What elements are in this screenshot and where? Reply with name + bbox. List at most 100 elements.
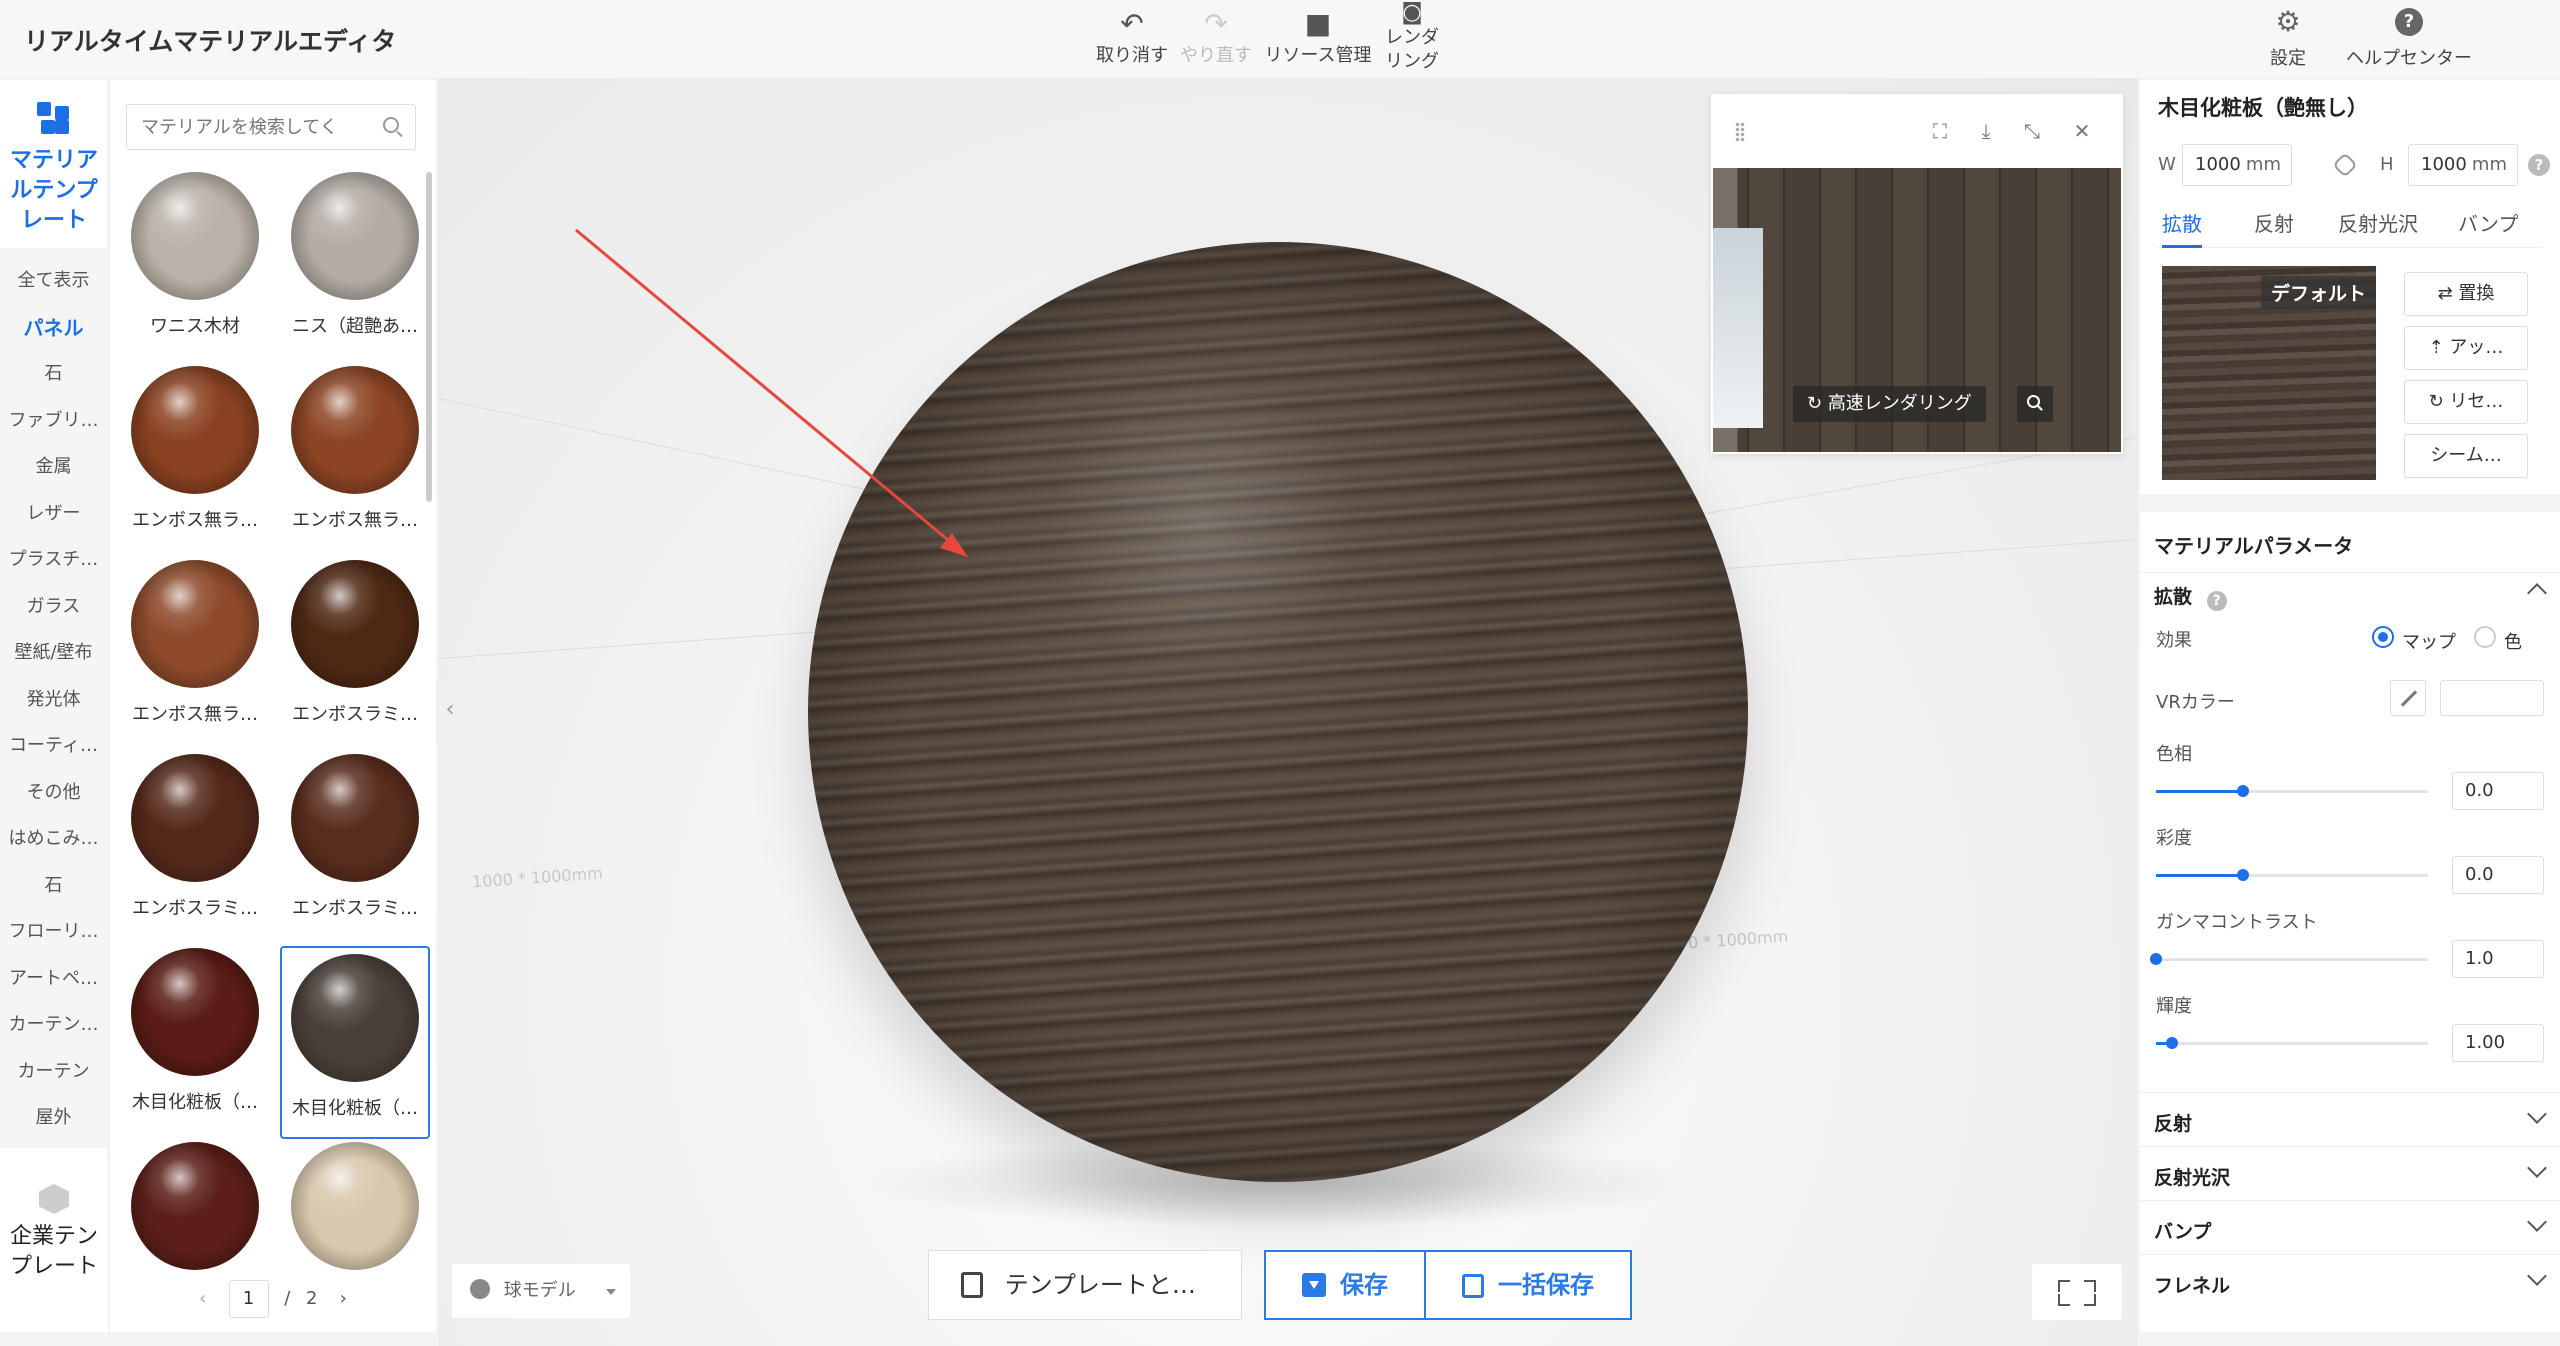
category-item[interactable]: 屋外 <box>0 1095 107 1142</box>
diffuse-section-header[interactable]: 拡散 ? <box>2154 582 2227 611</box>
texture-tab[interactable]: 拡散 <box>2162 208 2202 248</box>
batch-save-button[interactable]: 一括保存 <box>1426 1252 1630 1318</box>
texture-tab[interactable]: 反射光沢 <box>2338 208 2418 248</box>
height-value: 1000 <box>2421 154 2467 175</box>
upload-label: アッ… <box>2449 337 2504 358</box>
material-label: エンボスラミ… <box>292 898 418 919</box>
material-item[interactable]: 木目化粧板（… <box>120 948 270 1141</box>
collapsed-section-row[interactable]: 反射 <box>2140 1092 2560 1146</box>
slider-value-input[interactable]: 0.0 <box>2452 856 2544 894</box>
category-item[interactable]: 発光体 <box>0 677 107 724</box>
map-radio[interactable] <box>2372 626 2394 648</box>
category-item[interactable]: プラスチ… <box>0 537 107 584</box>
model-select[interactable]: 球モデル <box>452 1264 630 1318</box>
save-as-template-button[interactable]: テンプレートと… <box>928 1250 1242 1320</box>
help-icon: ? <box>2395 8 2423 36</box>
texture-thumbnail[interactable]: デフォルト <box>2162 266 2376 480</box>
slider-value-input[interactable]: 1.0 <box>2452 940 2544 978</box>
height-input[interactable]: 1000 mm <box>2408 144 2518 186</box>
reset-button[interactable]: ↻ リセ… <box>2404 380 2528 424</box>
chevron-up-icon[interactable] <box>2527 583 2547 603</box>
category-item[interactable]: 石 <box>0 351 107 398</box>
enterprise-template-tab[interactable]: 企業テンプレート <box>0 1162 108 1332</box>
replace-button[interactable]: ⇄ 置換 <box>2404 272 2528 316</box>
minimize-icon[interactable]: ⤡ <box>2017 116 2047 146</box>
help-center-button[interactable]: ? ヘルプセンター <box>2346 8 2472 70</box>
reset-label: リセ… <box>2449 391 2504 412</box>
category-item[interactable]: フローリ… <box>0 909 107 956</box>
slider-track[interactable] <box>2156 869 2428 881</box>
slider-thumb[interactable] <box>2166 1037 2179 1049</box>
category-item[interactable]: パネル <box>0 305 107 352</box>
vr-color-swatch[interactable] <box>2440 680 2544 716</box>
material-item[interactable]: エンボス無ラ… <box>280 366 430 559</box>
material-item[interactable]: ニス（超艶あ… <box>280 172 430 365</box>
material-item[interactable]: エンボスラミ… <box>120 754 270 947</box>
texture-tab[interactable]: 反射 <box>2254 208 2294 248</box>
slider-value-input[interactable]: 1.00 <box>2452 1024 2544 1062</box>
material-label: ワニス木材 <box>150 316 240 337</box>
fullscreen-button[interactable] <box>2032 1264 2122 1320</box>
width-input[interactable]: 1000 mm <box>2182 144 2292 186</box>
category-item[interactable]: その他 <box>0 770 107 817</box>
collapsed-section-row[interactable]: フレネル <box>2140 1254 2560 1308</box>
help-icon[interactable]: ? <box>2206 591 2227 611</box>
download-icon[interactable]: ⤓ <box>1971 116 2001 146</box>
settings-button[interactable]: ⚙ 設定 <box>2270 8 2306 70</box>
category-item[interactable]: 全て表示 <box>0 258 107 305</box>
category-item[interactable]: はめこみ… <box>0 816 107 863</box>
help-icon[interactable]: ? <box>2528 154 2550 176</box>
slider-thumb[interactable] <box>2150 953 2162 965</box>
screenshot-icon[interactable]: ⛶ <box>1925 116 1955 146</box>
material-item[interactable]: エンボスラミ… <box>280 560 430 753</box>
link-icon[interactable] <box>2332 152 2358 178</box>
category-item[interactable]: 金属 <box>0 444 107 491</box>
page-input[interactable]: 1 <box>228 1280 269 1318</box>
category-item[interactable]: アートペ… <box>0 956 107 1003</box>
category-item[interactable]: レザー <box>0 491 107 538</box>
seamless-button[interactable]: シーム… <box>2404 434 2528 478</box>
material-item[interactable]: ワニス木材 <box>120 172 270 365</box>
chevron-down-icon <box>2527 1212 2547 1232</box>
material-search-input[interactable] <box>127 105 367 149</box>
category-item[interactable]: カーテン <box>0 1049 107 1096</box>
slider-track[interactable] <box>2156 785 2428 797</box>
save-as-template-label: テンプレートと… <box>1004 1271 1196 1299</box>
upload-button[interactable]: ⇡ アッ… <box>2404 326 2528 370</box>
prev-page-icon[interactable]: ‹ <box>193 1288 213 1309</box>
category-item[interactable]: 壁紙/壁布 <box>0 630 107 677</box>
material-scrollbar[interactable] <box>426 172 432 502</box>
fast-render-button[interactable]: ↻ 高速レンダリング <box>1793 386 1986 422</box>
slider-track[interactable] <box>2150 953 2428 965</box>
resource-manager-button[interactable]: ■ リソース管理 <box>1258 4 1378 68</box>
slider-track[interactable] <box>2156 1037 2428 1049</box>
material-item[interactable]: エンボスラミ… <box>280 754 430 947</box>
zoom-search-button[interactable] <box>2017 386 2053 422</box>
collapsed-section-row[interactable]: バンプ <box>2140 1200 2560 1254</box>
slider-thumb[interactable] <box>2237 785 2250 797</box>
next-page-icon[interactable]: › <box>333 1288 353 1309</box>
close-icon[interactable]: ✕ <box>2067 116 2097 146</box>
drag-handle-icon[interactable] <box>1735 122 1745 142</box>
category-item[interactable]: コーティ… <box>0 723 107 770</box>
map-radio-label: マップ <box>2402 632 2456 653</box>
search-icon[interactable] <box>383 117 399 133</box>
category-item[interactable]: カーテン… <box>0 1002 107 1049</box>
refresh-icon: ↻ <box>1807 393 1828 414</box>
collapsed-section-row[interactable]: 反射光沢 <box>2140 1146 2560 1200</box>
collapse-panel-button[interactable]: ‹ <box>438 680 462 740</box>
save-button[interactable]: 保存 <box>1266 1252 1426 1318</box>
slider-value-input[interactable]: 0.0 <box>2452 772 2544 810</box>
category-item[interactable]: ガラス <box>0 584 107 631</box>
color-radio[interactable] <box>2474 626 2496 648</box>
slider-thumb[interactable] <box>2237 869 2250 881</box>
eyedropper-button[interactable] <box>2390 680 2426 716</box>
material-item[interactable]: 木目化粧板（… <box>280 946 430 1139</box>
category-item[interactable]: ファブリ… <box>0 398 107 445</box>
category-item[interactable]: 石 <box>0 863 107 910</box>
material-template-tab[interactable]: マテリアルテンプレート <box>0 80 108 248</box>
material-item[interactable]: エンボス無ラ… <box>120 366 270 559</box>
material-item[interactable]: エンボス無ラ… <box>120 560 270 753</box>
texture-tab[interactable]: バンプ <box>2458 208 2518 248</box>
render-button[interactable]: ◙ レンダ リング <box>1372 0 1452 74</box>
